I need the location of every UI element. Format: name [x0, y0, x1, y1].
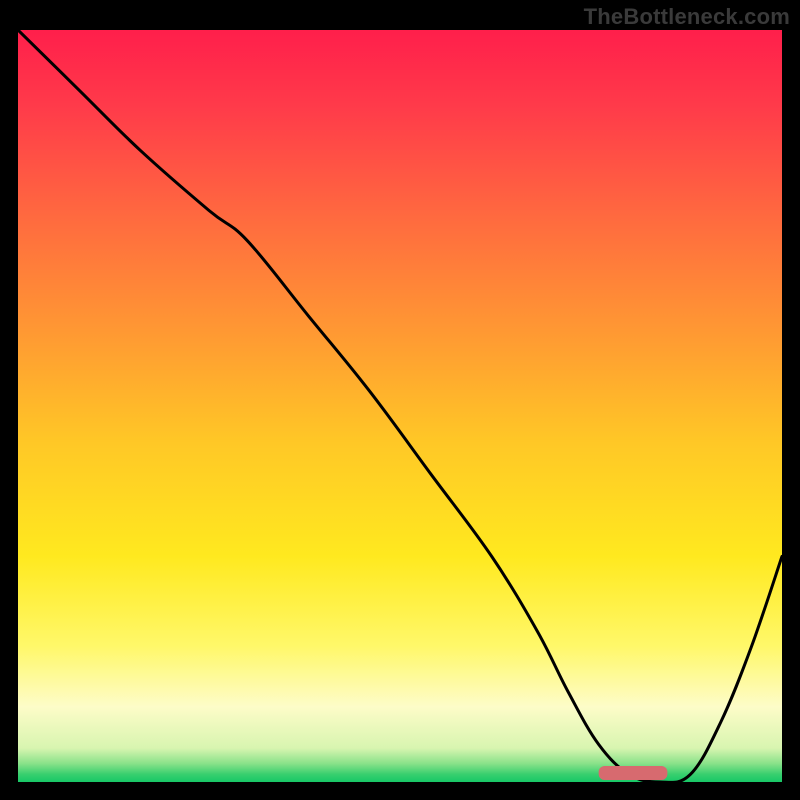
watermark-text: TheBottleneck.com — [584, 4, 790, 30]
optimum-marker — [599, 766, 668, 780]
chart-svg — [18, 30, 782, 782]
plot-area — [18, 30, 782, 782]
chart-frame: TheBottleneck.com — [0, 0, 800, 800]
